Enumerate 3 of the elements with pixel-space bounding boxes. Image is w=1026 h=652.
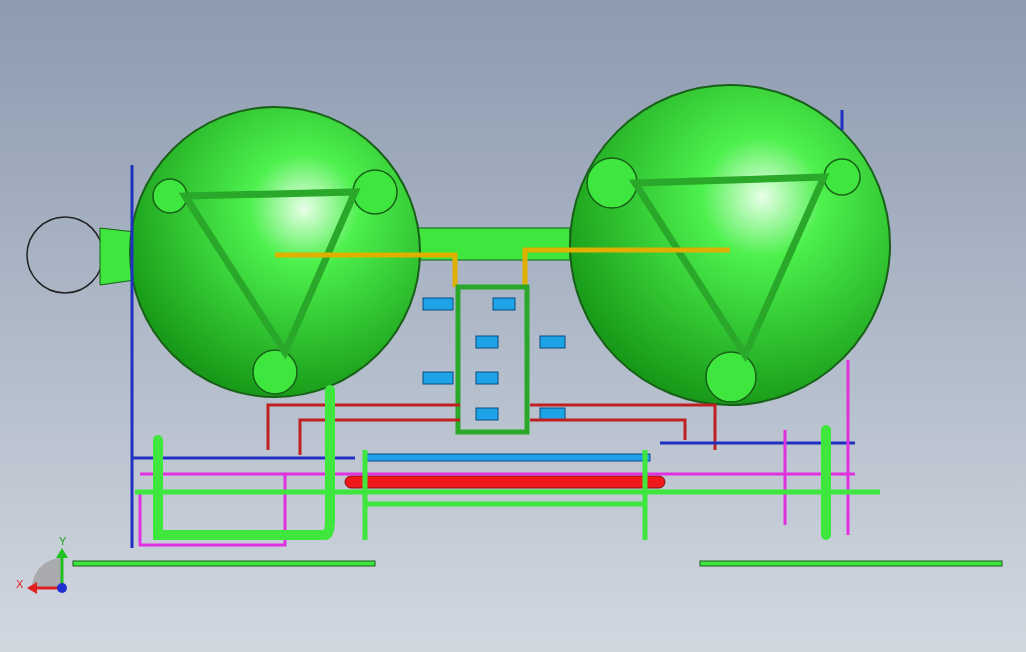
y-axis-label: Y <box>59 535 67 547</box>
axis-triad-drawing <box>27 548 68 594</box>
x-axis-label: X <box>16 578 24 590</box>
